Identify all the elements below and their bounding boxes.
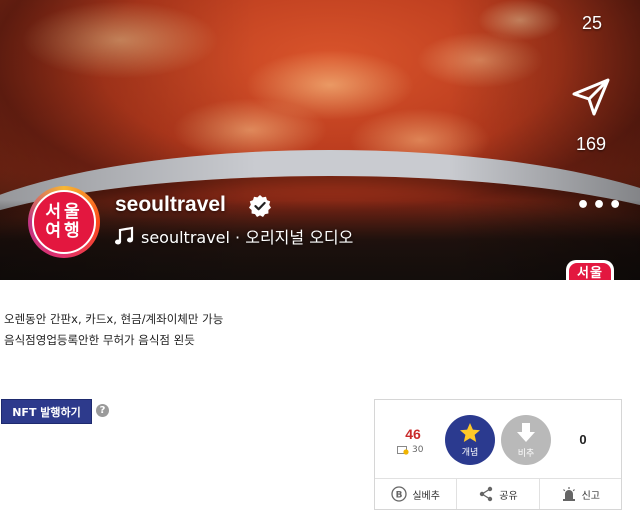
audio-label: seoultravel · 오리지널 오디오 xyxy=(141,228,354,247)
post-line-1: 오렌동안 간판x, 카드x, 현금/계좌이체만 가능 xyxy=(4,312,224,326)
vote-actions: B 실베추 공유 신고 xyxy=(375,478,621,509)
report-button[interactable]: 신고 xyxy=(538,479,621,509)
upvote-count: 46 xyxy=(405,426,421,442)
post-body: 오렌동안 간판x, 카드x, 현금/계좌이체만 가능 음식점영업등록안한 무허가… xyxy=(4,309,223,351)
downvote-label: 비추 xyxy=(517,449,535,459)
fixed-user-icon xyxy=(397,446,409,455)
video-player[interactable]: 25 169 ••• 서울 여행 seoultravel seoultravel… xyxy=(0,0,640,280)
mini-channel-badge[interactable]: 서울 xyxy=(566,260,614,280)
arrow-down-icon xyxy=(517,423,535,442)
best-report-label: 실베추 xyxy=(412,490,440,502)
avatar-logo: 서울 여행 xyxy=(32,190,96,254)
share-label: 공유 xyxy=(499,490,518,502)
vote-box: 46 30 개념 비추 0 B 실베추 공유 신고 xyxy=(374,399,622,510)
vote-controls: 46 30 개념 비추 0 xyxy=(375,400,621,478)
downvote-button[interactable]: 비추 xyxy=(501,415,551,465)
svg-text:B: B xyxy=(396,491,403,501)
upvote-label: 개념 xyxy=(461,448,479,458)
channel-avatar[interactable]: 서울 여행 xyxy=(28,186,100,258)
mini-badge-text: 서울 xyxy=(569,263,611,280)
audio-link[interactable]: seoultravel · 오리지널 오디오 xyxy=(113,224,353,248)
music-note-icon xyxy=(115,226,134,245)
share-button[interactable]: 공유 xyxy=(456,479,538,509)
downvote-count: 0 xyxy=(579,432,587,447)
nft-issue-button[interactable]: NFT 발행하기 xyxy=(1,399,92,424)
avatar-text-bottom: 여행 xyxy=(45,221,83,241)
channel-username[interactable]: seoultravel xyxy=(115,193,226,217)
avatar-text-top: 서울 xyxy=(45,202,83,222)
star-icon xyxy=(460,423,480,442)
like-count: 25 xyxy=(581,13,603,33)
verified-badge-icon xyxy=(249,195,271,217)
siren-icon xyxy=(562,487,575,501)
share-count: 169 xyxy=(575,134,607,154)
fixed-upvote-value: 30 xyxy=(412,445,424,455)
upvote-button[interactable]: 개념 xyxy=(445,415,495,465)
fixed-upvote-count: 30 xyxy=(397,445,433,455)
help-icon[interactable]: ? xyxy=(96,404,109,417)
b-circle-icon: B xyxy=(391,486,408,502)
report-label: 신고 xyxy=(581,490,601,502)
more-dots-icon[interactable]: ••• xyxy=(576,194,622,218)
send-icon[interactable] xyxy=(570,76,612,118)
post-line-2: 음식점영업등록안한 무허가 음식점 왼듯 xyxy=(4,333,195,347)
share-icon xyxy=(480,486,493,502)
best-report-button[interactable]: B 실베추 xyxy=(375,479,456,509)
